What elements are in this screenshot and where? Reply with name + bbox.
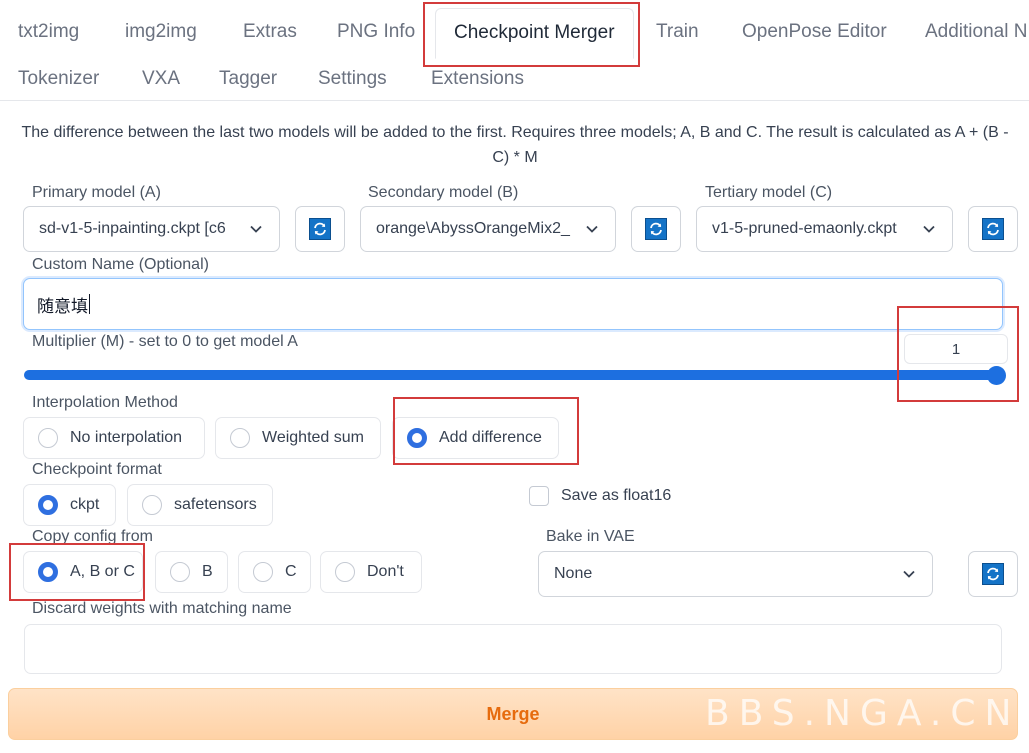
- tertiary-model-dropdown[interactable]: v1-5-pruned-emaonly.ckpt: [696, 206, 953, 252]
- watermark: BBS.NGA.CN: [705, 693, 1021, 734]
- radio-config-c[interactable]: C: [238, 551, 311, 593]
- interpolation-label: Interpolation Method: [32, 394, 178, 411]
- tab-openpose-editor[interactable]: OpenPose Editor: [742, 22, 887, 41]
- radio-label: ckpt: [70, 496, 100, 513]
- custom-name-value: 随意填: [37, 296, 88, 316]
- radio-label: Don't: [367, 563, 404, 580]
- radio-circle: [142, 495, 162, 515]
- multiplier-slider[interactable]: [24, 366, 1006, 385]
- tab-bar: txt2img img2img Extras PNG Info Checkpoi…: [0, 0, 1029, 101]
- tab-settings[interactable]: Settings: [318, 69, 387, 88]
- radio-label: A, B or C: [70, 563, 135, 580]
- radio-circle: [335, 562, 355, 582]
- bake-vae-value: None: [554, 565, 593, 582]
- multiplier-number-input[interactable]: 1: [904, 334, 1008, 364]
- radio-label: B: [202, 563, 213, 580]
- tertiary-model-value: v1-5-pruned-emaonly.ckpt: [712, 220, 897, 237]
- radio-circle: [170, 562, 190, 582]
- tab-png-info[interactable]: PNG Info: [337, 22, 415, 41]
- primary-model-label: Primary model (A): [32, 184, 161, 201]
- discard-weights-label: Discard weights with matching name: [32, 600, 292, 617]
- text-caret: [89, 294, 90, 314]
- tab-img2img[interactable]: img2img: [125, 22, 197, 41]
- secondary-model-value: orange\AbyssOrangeMix2_: [376, 220, 570, 237]
- radio-circle: [230, 428, 250, 448]
- primary-model-dropdown[interactable]: sd-v1-5-inpainting.ckpt [c6: [23, 206, 280, 252]
- tab-train[interactable]: Train: [656, 22, 699, 41]
- refresh-icon: [982, 218, 1004, 240]
- secondary-model-label: Secondary model (B): [368, 184, 519, 201]
- custom-name-input[interactable]: 随意填: [23, 278, 1003, 330]
- copy-config-label: Copy config from: [32, 528, 153, 545]
- radio-circle: [38, 495, 58, 515]
- chevron-down-icon: [923, 225, 935, 233]
- tab-tagger[interactable]: Tagger: [219, 69, 277, 88]
- radio-ckpt[interactable]: ckpt: [23, 484, 116, 526]
- radio-config-dont[interactable]: Don't: [320, 551, 422, 593]
- chevron-down-icon: [903, 570, 915, 578]
- checkbox-box: [529, 486, 549, 506]
- merge-description: The difference between the last two mode…: [21, 124, 1009, 166]
- checkbox-label: Save as float16: [561, 487, 672, 504]
- refresh-tertiary-button[interactable]: [968, 206, 1018, 252]
- radio-config-abc[interactable]: A, B or C: [23, 551, 143, 593]
- radio-add-difference[interactable]: Add difference: [392, 417, 559, 459]
- custom-name-label: Custom Name (Optional): [32, 256, 209, 273]
- radio-label: safetensors: [174, 496, 257, 513]
- chevron-down-icon: [586, 225, 598, 233]
- refresh-vae-button[interactable]: [968, 551, 1018, 597]
- radio-label: Weighted sum: [262, 429, 364, 446]
- radio-circle: [407, 428, 427, 448]
- discard-weights-input[interactable]: [24, 624, 1002, 674]
- checkpoint-merger-page: txt2img img2img Extras PNG Info Checkpoi…: [0, 0, 1029, 753]
- bake-vae-dropdown[interactable]: None: [538, 551, 933, 597]
- radio-label: C: [285, 563, 297, 580]
- tab-additional-networks[interactable]: Additional N: [925, 22, 1027, 41]
- secondary-model-dropdown[interactable]: orange\AbyssOrangeMix2_: [360, 206, 616, 252]
- tab-txt2img[interactable]: txt2img: [18, 22, 79, 41]
- bake-vae-label: Bake in VAE: [546, 528, 635, 545]
- tab-vxa[interactable]: VXA: [142, 69, 180, 88]
- refresh-primary-button[interactable]: [295, 206, 345, 252]
- primary-model-value: sd-v1-5-inpainting.ckpt [c6: [39, 220, 226, 237]
- save-float16-checkbox[interactable]: Save as float16: [529, 486, 671, 506]
- tertiary-model-label: Tertiary model (C): [705, 184, 833, 201]
- refresh-icon: [309, 218, 331, 240]
- radio-safetensors[interactable]: safetensors: [127, 484, 273, 526]
- radio-label: Add difference: [439, 429, 542, 446]
- checkpoint-format-label: Checkpoint format: [32, 461, 162, 478]
- radio-config-b[interactable]: B: [155, 551, 228, 593]
- radio-no-interpolation[interactable]: No interpolation: [23, 417, 205, 459]
- radio-circle: [38, 428, 58, 448]
- tab-extensions[interactable]: Extensions: [431, 69, 524, 88]
- tab-extras[interactable]: Extras: [243, 22, 297, 41]
- chevron-down-icon: [250, 225, 262, 233]
- tab-tokenizer[interactable]: Tokenizer: [18, 69, 99, 88]
- radio-circle: [38, 562, 58, 582]
- refresh-secondary-button[interactable]: [631, 206, 681, 252]
- radio-label: No interpolation: [70, 429, 183, 446]
- refresh-icon: [645, 218, 667, 240]
- tab-checkpoint-merger[interactable]: Checkpoint Merger: [435, 8, 634, 59]
- radio-weighted-sum[interactable]: Weighted sum: [215, 417, 381, 459]
- multiplier-label: Multiplier (M) - set to 0 to get model A: [32, 333, 298, 350]
- radio-circle: [253, 562, 273, 582]
- slider-thumb[interactable]: [987, 366, 1006, 385]
- refresh-icon: [982, 563, 1004, 585]
- slider-fill: [24, 370, 997, 380]
